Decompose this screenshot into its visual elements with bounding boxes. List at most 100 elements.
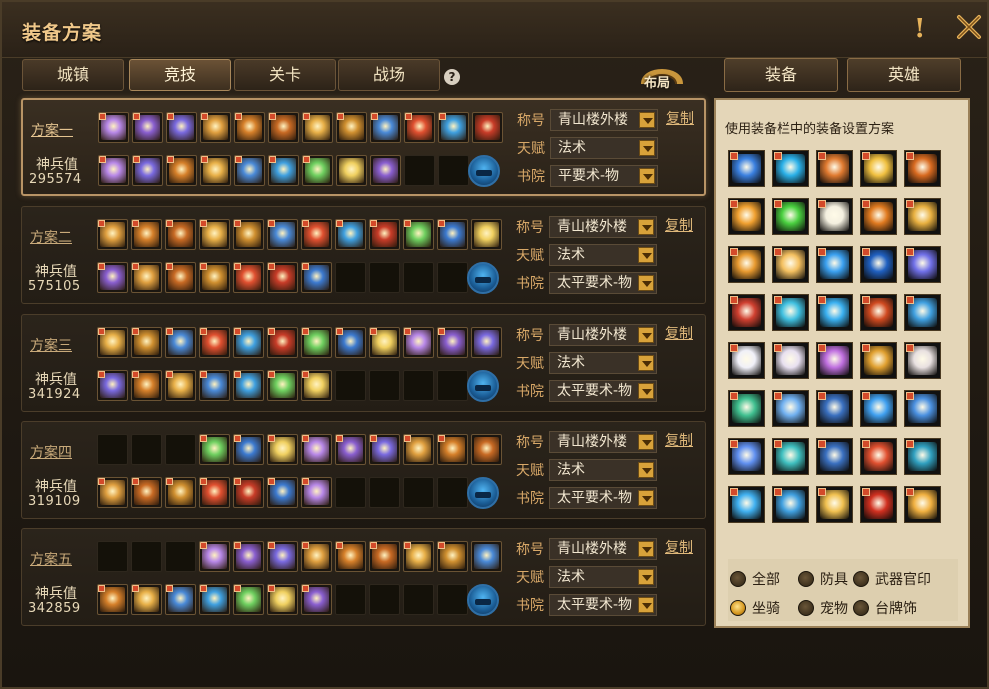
- equip-slot[interactable]: [98, 112, 129, 143]
- equipment-item[interactable]: [772, 150, 809, 187]
- talent-dropdown[interactable]: 法术: [550, 137, 658, 159]
- gear-slot-empty[interactable]: [335, 262, 366, 293]
- equipment-item[interactable]: [816, 150, 853, 187]
- gear-slot[interactable]: [132, 155, 163, 186]
- equipment-item[interactable]: [860, 246, 897, 283]
- alert-icon[interactable]: !: [914, 14, 925, 44]
- plan-row[interactable]: 方案四 神兵值 319109 称号 青山楼外楼 天赋 法术 书院 太平要术-物 …: [21, 421, 706, 519]
- plan-name[interactable]: 方案二: [30, 227, 72, 247]
- plan-row[interactable]: 方案一 神兵值 295574 称号 青山楼外楼 天赋 法术 书院 平要术-物 复…: [21, 98, 706, 196]
- equip-slot[interactable]: [437, 434, 468, 465]
- equip-slot[interactable]: [403, 541, 434, 572]
- equip-slot[interactable]: [268, 112, 299, 143]
- gear-slot[interactable]: [267, 584, 298, 615]
- gear-slot[interactable]: [301, 370, 332, 401]
- equipment-item[interactable]: [728, 198, 765, 235]
- title-dropdown[interactable]: 青山楼外楼: [549, 538, 657, 560]
- equipment-item[interactable]: [904, 342, 941, 379]
- equip-slot[interactable]: [471, 327, 502, 358]
- equip-slot-empty[interactable]: [131, 541, 162, 572]
- gear-slot[interactable]: [267, 370, 298, 401]
- equip-slot[interactable]: [438, 112, 469, 143]
- equip-slot[interactable]: [233, 541, 264, 572]
- equipment-item[interactable]: [772, 198, 809, 235]
- bag-icon[interactable]: [467, 262, 499, 294]
- gear-slot[interactable]: [97, 477, 128, 508]
- equip-slot-empty[interactable]: [165, 434, 196, 465]
- equipment-item[interactable]: [816, 390, 853, 427]
- equipment-item[interactable]: [772, 246, 809, 283]
- gear-slot[interactable]: [199, 477, 230, 508]
- equipment-item[interactable]: [728, 342, 765, 379]
- equip-slot[interactable]: [471, 541, 502, 572]
- plan-row[interactable]: 方案二 神兵值 575105 称号 青山楼外楼 天赋 法术 书院 太平要术-物 …: [21, 206, 706, 304]
- gear-slot-empty[interactable]: [369, 584, 400, 615]
- academy-dropdown[interactable]: 太平要术-物: [549, 487, 657, 509]
- gear-slot-empty[interactable]: [404, 155, 435, 186]
- gear-slot[interactable]: [267, 262, 298, 293]
- gear-slot[interactable]: [233, 262, 264, 293]
- radio-icon[interactable]: [853, 600, 869, 616]
- gear-slot-empty[interactable]: [403, 370, 434, 401]
- gear-slot[interactable]: [166, 155, 197, 186]
- equipment-item[interactable]: [904, 150, 941, 187]
- gear-slot[interactable]: [301, 584, 332, 615]
- equip-slot[interactable]: [165, 327, 196, 358]
- talent-dropdown[interactable]: 法术: [549, 459, 657, 481]
- equip-slot-empty[interactable]: [165, 541, 196, 572]
- gear-slot-empty[interactable]: [403, 477, 434, 508]
- equipment-item[interactable]: [860, 390, 897, 427]
- equipment-item[interactable]: [728, 390, 765, 427]
- radio-icon[interactable]: [730, 571, 746, 587]
- equip-slot[interactable]: [403, 434, 434, 465]
- equipment-item[interactable]: [860, 438, 897, 475]
- equipment-item[interactable]: [816, 294, 853, 331]
- gear-slot[interactable]: [233, 584, 264, 615]
- copy-link[interactable]: 复制: [665, 430, 693, 450]
- gear-slot-empty[interactable]: [437, 370, 468, 401]
- equipment-item[interactable]: [816, 342, 853, 379]
- equip-slot[interactable]: [267, 541, 298, 572]
- equip-slot[interactable]: [132, 112, 163, 143]
- talent-dropdown[interactable]: 法术: [549, 352, 657, 374]
- tab-equipment[interactable]: 装备: [724, 58, 838, 92]
- gear-slot[interactable]: [97, 584, 128, 615]
- gear-slot[interactable]: [301, 262, 332, 293]
- title-dropdown[interactable]: 青山楼外楼: [549, 431, 657, 453]
- tab-battlefield[interactable]: 战场: [338, 59, 440, 91]
- equip-slot[interactable]: [301, 219, 332, 250]
- radio-icon[interactable]: [798, 600, 814, 616]
- gear-slot[interactable]: [370, 155, 401, 186]
- equipment-item[interactable]: [860, 150, 897, 187]
- equip-slot[interactable]: [97, 219, 128, 250]
- bag-icon[interactable]: [467, 477, 499, 509]
- radio-icon[interactable]: [853, 571, 869, 587]
- gear-slot-empty[interactable]: [437, 477, 468, 508]
- copy-link[interactable]: 复制: [665, 215, 693, 235]
- equip-slot[interactable]: [369, 541, 400, 572]
- gear-slot-empty[interactable]: [438, 155, 469, 186]
- tab-arena[interactable]: 竞技: [129, 59, 231, 91]
- equip-slot[interactable]: [369, 219, 400, 250]
- gear-slot[interactable]: [233, 370, 264, 401]
- bag-icon[interactable]: [468, 155, 500, 187]
- equipment-item[interactable]: [904, 198, 941, 235]
- help-icon[interactable]: ?: [444, 69, 460, 85]
- equip-slot[interactable]: [200, 112, 231, 143]
- equip-slot[interactable]: [369, 434, 400, 465]
- gear-slot[interactable]: [268, 155, 299, 186]
- equip-slot[interactable]: [301, 327, 332, 358]
- equipment-item[interactable]: [860, 486, 897, 523]
- equip-slot[interactable]: [302, 112, 333, 143]
- equip-slot[interactable]: [403, 219, 434, 250]
- equip-slot[interactable]: [404, 112, 435, 143]
- gear-slot[interactable]: [302, 155, 333, 186]
- equip-slot[interactable]: [301, 434, 332, 465]
- talent-dropdown[interactable]: 法术: [549, 244, 657, 266]
- copy-link[interactable]: 复制: [665, 537, 693, 557]
- plan-name[interactable]: 方案三: [30, 335, 72, 355]
- equip-slot[interactable]: [267, 327, 298, 358]
- equip-slot[interactable]: [267, 434, 298, 465]
- equip-slot[interactable]: [131, 219, 162, 250]
- gear-slot-empty[interactable]: [369, 262, 400, 293]
